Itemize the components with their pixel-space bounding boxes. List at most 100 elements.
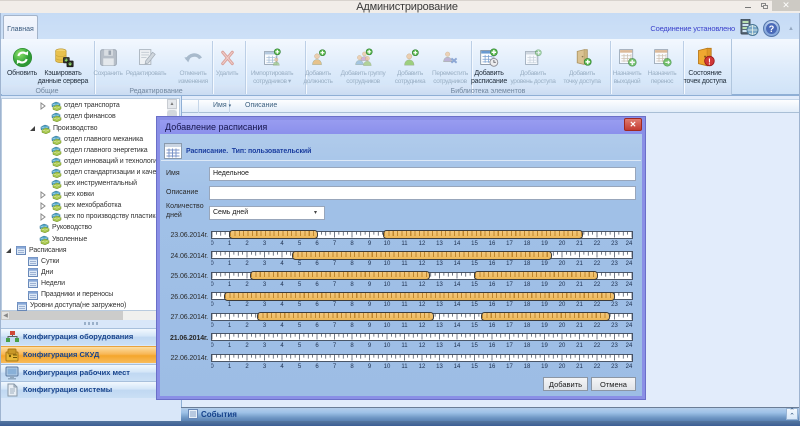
svg-text:18: 18 bbox=[524, 282, 531, 288]
svg-text:13: 13 bbox=[436, 261, 443, 267]
svg-text:17: 17 bbox=[506, 261, 513, 267]
svg-text:13: 13 bbox=[436, 343, 443, 349]
svg-text:10: 10 bbox=[384, 323, 391, 329]
svg-text:5: 5 bbox=[298, 343, 302, 349]
svg-text:23: 23 bbox=[611, 323, 618, 329]
svg-text:2: 2 bbox=[245, 282, 249, 288]
svg-text:16: 16 bbox=[489, 302, 496, 308]
svg-text:21: 21 bbox=[576, 302, 583, 308]
svg-text:14: 14 bbox=[454, 282, 461, 288]
svg-text:2: 2 bbox=[245, 302, 249, 308]
svg-text:19: 19 bbox=[541, 364, 548, 370]
svg-text:4: 4 bbox=[280, 241, 284, 247]
svg-text:22: 22 bbox=[594, 241, 601, 247]
svg-text:24: 24 bbox=[626, 282, 633, 288]
svg-text:16: 16 bbox=[489, 364, 496, 370]
svg-text:8: 8 bbox=[350, 323, 354, 329]
svg-text:12: 12 bbox=[419, 302, 426, 308]
svg-text:1: 1 bbox=[228, 261, 232, 267]
svg-text:10: 10 bbox=[384, 364, 391, 370]
svg-text:13: 13 bbox=[436, 323, 443, 329]
svg-text:17: 17 bbox=[506, 364, 513, 370]
svg-text:8: 8 bbox=[350, 261, 354, 267]
svg-text:7: 7 bbox=[333, 343, 337, 349]
svg-text:6: 6 bbox=[315, 364, 319, 370]
svg-text:17: 17 bbox=[506, 343, 513, 349]
svg-text:22: 22 bbox=[594, 302, 601, 308]
svg-text:7: 7 bbox=[333, 323, 337, 329]
svg-text:19: 19 bbox=[541, 343, 548, 349]
svg-text:10: 10 bbox=[384, 261, 391, 267]
svg-text:20: 20 bbox=[559, 241, 566, 247]
svg-text:10: 10 bbox=[384, 302, 391, 308]
svg-text:3: 3 bbox=[263, 241, 267, 247]
svg-text:5: 5 bbox=[298, 364, 302, 370]
svg-text:6: 6 bbox=[315, 241, 319, 247]
svg-text:15: 15 bbox=[471, 343, 478, 349]
svg-text:8: 8 bbox=[350, 343, 354, 349]
svg-text:5: 5 bbox=[298, 261, 302, 267]
svg-text:16: 16 bbox=[489, 241, 496, 247]
svg-text:14: 14 bbox=[454, 241, 461, 247]
svg-text:24: 24 bbox=[626, 323, 633, 329]
svg-text:23: 23 bbox=[611, 261, 618, 267]
svg-text:21: 21 bbox=[576, 343, 583, 349]
svg-text:11: 11 bbox=[401, 364, 408, 370]
svg-text:9: 9 bbox=[368, 241, 372, 247]
svg-text:11: 11 bbox=[401, 302, 408, 308]
svg-text:4: 4 bbox=[280, 364, 284, 370]
svg-text:1: 1 bbox=[228, 343, 232, 349]
svg-text:24: 24 bbox=[626, 343, 633, 349]
svg-text:12: 12 bbox=[419, 241, 426, 247]
svg-text:4: 4 bbox=[280, 323, 284, 329]
svg-text:23: 23 bbox=[611, 282, 618, 288]
svg-text:6: 6 bbox=[315, 323, 319, 329]
svg-text:12: 12 bbox=[419, 323, 426, 329]
svg-text:16: 16 bbox=[489, 323, 496, 329]
svg-text:6: 6 bbox=[315, 302, 319, 308]
svg-text:15: 15 bbox=[471, 261, 478, 267]
svg-text:14: 14 bbox=[454, 261, 461, 267]
svg-text:2: 2 bbox=[245, 323, 249, 329]
svg-text:14: 14 bbox=[454, 302, 461, 308]
svg-text:2: 2 bbox=[245, 364, 249, 370]
svg-text:17: 17 bbox=[506, 282, 513, 288]
svg-text:19: 19 bbox=[541, 241, 548, 247]
svg-text:1: 1 bbox=[228, 241, 232, 247]
svg-text:13: 13 bbox=[436, 364, 443, 370]
svg-text:15: 15 bbox=[471, 302, 478, 308]
svg-text:22: 22 bbox=[594, 364, 601, 370]
svg-text:19: 19 bbox=[541, 302, 548, 308]
svg-text:3: 3 bbox=[263, 282, 267, 288]
svg-text:14: 14 bbox=[454, 364, 461, 370]
svg-text:15: 15 bbox=[471, 241, 478, 247]
svg-text:20: 20 bbox=[559, 323, 566, 329]
svg-text:1: 1 bbox=[228, 302, 232, 308]
svg-text:9: 9 bbox=[368, 282, 372, 288]
svg-text:2: 2 bbox=[245, 343, 249, 349]
svg-text:11: 11 bbox=[401, 261, 408, 267]
svg-text:22: 22 bbox=[594, 343, 601, 349]
svg-text:20: 20 bbox=[559, 343, 566, 349]
svg-text:12: 12 bbox=[419, 364, 426, 370]
svg-text:16: 16 bbox=[489, 261, 496, 267]
svg-text:21: 21 bbox=[576, 261, 583, 267]
svg-text:7: 7 bbox=[333, 261, 337, 267]
svg-text:?: ? bbox=[769, 24, 775, 34]
svg-text:19: 19 bbox=[541, 282, 548, 288]
svg-text:18: 18 bbox=[524, 323, 531, 329]
svg-text:5: 5 bbox=[298, 323, 302, 329]
svg-text:2: 2 bbox=[245, 261, 249, 267]
svg-text:4: 4 bbox=[280, 302, 284, 308]
svg-text:!: ! bbox=[708, 58, 711, 67]
svg-text:12: 12 bbox=[419, 343, 426, 349]
svg-text:11: 11 bbox=[401, 323, 408, 329]
svg-text:0: 0 bbox=[211, 282, 214, 288]
svg-text:3: 3 bbox=[263, 302, 267, 308]
svg-text:18: 18 bbox=[524, 364, 531, 370]
svg-text:23: 23 bbox=[611, 302, 618, 308]
svg-text:17: 17 bbox=[506, 241, 513, 247]
svg-text:0: 0 bbox=[211, 364, 214, 370]
svg-text:18: 18 bbox=[524, 343, 531, 349]
svg-text:8: 8 bbox=[350, 364, 354, 370]
